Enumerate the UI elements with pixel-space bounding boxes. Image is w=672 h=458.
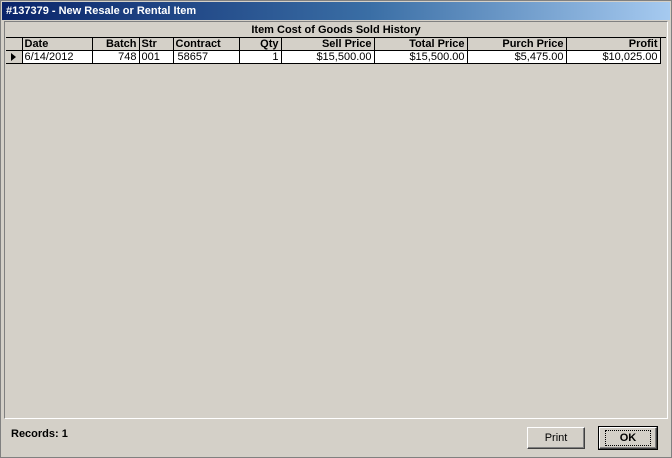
cell-batch[interactable]: 748: [92, 50, 140, 64]
column-header-purch-price[interactable]: Purch Price: [467, 38, 567, 51]
column-header-contract[interactable]: Contract: [173, 38, 240, 51]
cell-str[interactable]: 001: [139, 50, 174, 64]
cell-total-price[interactable]: $15,500.00: [374, 50, 468, 64]
row-selector-header: [6, 38, 23, 51]
title-bar: #137379 - New Resale or Rental Item: [2, 2, 670, 20]
column-header-batch[interactable]: Batch: [92, 38, 140, 51]
cogs-history-grid: Item Cost of Goods Sold History Date Bat…: [4, 21, 668, 419]
history-table: Date Batch Str Contract Qty Sell Price T…: [6, 38, 661, 64]
header-row: Date Batch Str Contract Qty Sell Price T…: [6, 38, 661, 51]
column-header-qty[interactable]: Qty: [239, 38, 282, 51]
column-header-str[interactable]: Str: [139, 38, 174, 51]
cell-sell-price[interactable]: $15,500.00: [281, 50, 375, 64]
ok-button[interactable]: OK: [598, 426, 658, 450]
cell-qty[interactable]: 1: [239, 50, 282, 64]
cell-contract[interactable]: 58657: [173, 50, 240, 64]
column-header-total-price[interactable]: Total Price: [374, 38, 468, 51]
records-count: Records: 1: [11, 428, 68, 440]
table-row[interactable]: 6/14/2012 748 001 58657 1 $15,500.00 $15…: [6, 50, 661, 64]
column-header-sell-price[interactable]: Sell Price: [281, 38, 375, 51]
column-header-profit[interactable]: Profit: [566, 38, 661, 51]
cell-profit[interactable]: $10,025.00: [566, 50, 661, 64]
current-row-arrow-icon: [11, 53, 16, 62]
print-button[interactable]: Print: [527, 427, 585, 449]
row-selector[interactable]: [6, 50, 23, 64]
dialog-window: #137379 - New Resale or Rental Item Item…: [0, 0, 672, 458]
print-button-label: Print: [544, 432, 568, 444]
grid-caption: Item Cost of Goods Sold History: [6, 23, 666, 38]
cell-date[interactable]: 6/14/2012: [22, 50, 93, 64]
ok-button-label: OK: [604, 430, 652, 446]
column-header-date[interactable]: Date: [22, 38, 93, 51]
cell-purch-price[interactable]: $5,475.00: [467, 50, 567, 64]
